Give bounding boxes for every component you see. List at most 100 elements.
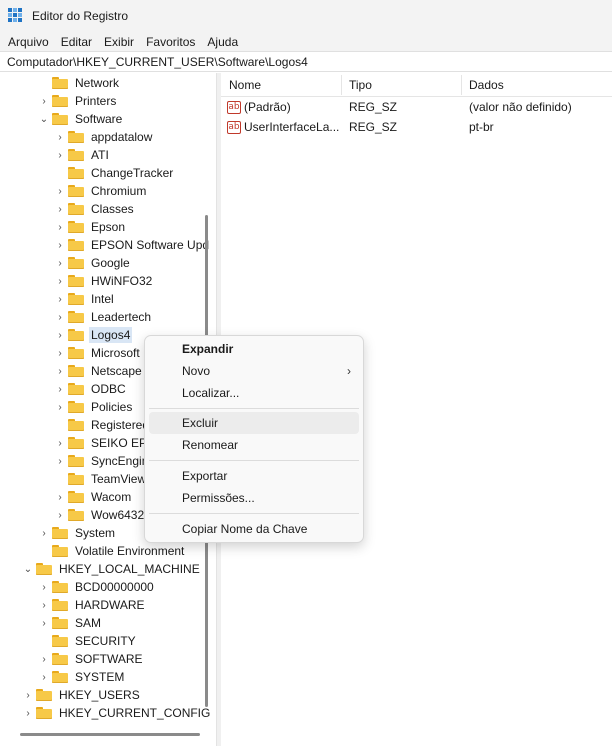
chevron-right-icon[interactable]: › [52, 128, 68, 146]
chevron-right-icon[interactable]: › [36, 614, 52, 632]
tree-item-changetracker[interactable]: ChangeTracker [52, 164, 175, 182]
address-path: Computador\HKEY_CURRENT_USER\Software\Lo… [7, 54, 308, 69]
chevron-down-icon[interactable]: ⌄ [36, 110, 52, 128]
tree-item-seiko-eps[interactable]: › SEIKO EPS [52, 434, 157, 452]
chevron-right-icon[interactable]: › [52, 380, 68, 398]
column-header-nome[interactable]: Nome [221, 73, 341, 97]
menu-ajuda[interactable]: Ajuda [201, 35, 244, 49]
tree-item-software[interactable]: ⌄ Software [36, 110, 124, 128]
chevron-right-icon[interactable]: › [36, 524, 52, 542]
chevron-right-icon[interactable]: › [52, 218, 68, 236]
tree-horizontal-scrollbar[interactable] [20, 733, 200, 736]
tree-item-printers[interactable]: › Printers [36, 92, 118, 110]
tree-item-hkey-current-config[interactable]: › HKEY_CURRENT_CONFIG [20, 704, 212, 722]
tree-item-label: Microsoft [91, 346, 140, 360]
tree-item-label: SOFTWARE [75, 652, 143, 666]
chevron-icon[interactable] [36, 74, 52, 92]
chevron-right-icon[interactable]: › [52, 344, 68, 362]
chevron-right-icon[interactable]: › [52, 272, 68, 290]
menu-exibir[interactable]: Exibir [98, 35, 140, 49]
context-item-excluir[interactable]: Excluir [149, 412, 359, 434]
tree-item-odbc[interactable]: › ODBC [52, 380, 128, 398]
menu-editar[interactable]: Editar [55, 35, 98, 49]
context-item-expandir[interactable]: Expandir [149, 338, 359, 360]
context-item-localizar[interactable]: Localizar... [149, 382, 359, 404]
tree-item-network[interactable]: Network [36, 74, 121, 92]
chevron-right-icon[interactable]: › [52, 434, 68, 452]
chevron-right-icon[interactable]: › [36, 596, 52, 614]
string-value-icon: ab [227, 120, 241, 134]
chevron-right-icon[interactable]: › [52, 200, 68, 218]
chevron-right-icon[interactable]: › [52, 452, 68, 470]
chevron-right-icon[interactable]: › [52, 362, 68, 380]
tree-item-epson-software[interactable]: › EPSON Software Upd [52, 236, 211, 254]
tree-item-hkey-local-machine[interactable]: ⌄ HKEY_LOCAL_MACHINE [20, 560, 202, 578]
context-item-novo[interactable]: Novo › [149, 360, 359, 382]
tree-item-teamviewer[interactable]: TeamView [52, 470, 148, 488]
tree-item-ati[interactable]: › ATI [52, 146, 111, 164]
tree-item-intel[interactable]: › Intel [52, 290, 116, 308]
tree-item-appdatalow[interactable]: › appdatalow [52, 128, 154, 146]
tree-item-software-hklm[interactable]: › SOFTWARE [36, 650, 145, 668]
chevron-right-icon[interactable]: › [52, 308, 68, 326]
context-item-exportar[interactable]: Exportar [149, 465, 359, 487]
tree-item-bcd[interactable]: › BCD00000000 [36, 578, 156, 596]
tree-item-label: Google [91, 256, 130, 270]
tree-item-wacom[interactable]: › Wacom [52, 488, 133, 506]
context-item-copiar-nome[interactable]: Copiar Nome da Chave [149, 518, 359, 540]
tree-item-logos4[interactable]: › Logos4 [52, 326, 133, 344]
tree-item-epson[interactable]: › Epson [52, 218, 127, 236]
tree-item-label-selected: Logos4 [89, 327, 133, 343]
menu-favoritos[interactable]: Favoritos [140, 35, 201, 49]
tree-item-policies[interactable]: › Policies [52, 398, 134, 416]
chevron-right-icon[interactable]: › [20, 686, 36, 704]
tree-item-system-hklm[interactable]: › SYSTEM [36, 668, 126, 686]
tree-item-label: Printers [75, 94, 117, 108]
value-row[interactable]: ab UserInterfaceLa... REG_SZ pt-br [221, 117, 612, 137]
chevron-right-icon[interactable]: › [52, 236, 68, 254]
address-bar[interactable]: Computador\HKEY_CURRENT_USER\Software\Lo… [0, 51, 612, 72]
tree-item-registered[interactable]: Registered [52, 416, 151, 434]
tree-item-hkey-users[interactable]: › HKEY_USERS [20, 686, 142, 704]
context-item-permissoes[interactable]: Permissões... [149, 487, 359, 509]
chevron-right-icon[interactable]: › [36, 578, 52, 596]
menu-arquivo[interactable]: Arquivo [2, 35, 55, 49]
tree-item-label: TeamView [91, 472, 147, 486]
context-item-renomear[interactable]: Renomear [149, 434, 359, 456]
tree-item-label: ODBC [91, 382, 126, 396]
tree-item-microsoft[interactable]: › Microsoft [52, 344, 142, 362]
chevron-right-icon[interactable]: › [52, 488, 68, 506]
tree-item-leadertech[interactable]: › Leadertech [52, 308, 153, 326]
tree-item-system[interactable]: › System [36, 524, 117, 542]
chevron-right-icon[interactable]: › [52, 506, 68, 524]
folder-icon [68, 383, 84, 395]
tree-item-hwinfo32[interactable]: › HWiNFO32 [52, 272, 154, 290]
chevron-right-icon[interactable]: › [20, 704, 36, 722]
value-row[interactable]: ab (Padrão) REG_SZ (valor não definido) [221, 97, 612, 117]
tree-item-google[interactable]: › Google [52, 254, 132, 272]
chevron-right-icon[interactable]: › [36, 92, 52, 110]
chevron-right-icon[interactable]: › [52, 290, 68, 308]
tree-item-label: Leadertech [91, 310, 152, 324]
column-header-dados[interactable]: Dados [461, 73, 612, 97]
tree-item-chromium[interactable]: › Chromium [52, 182, 148, 200]
column-header-tipo[interactable]: Tipo [341, 73, 461, 97]
tree-item-syncengine[interactable]: › SyncEngin [52, 452, 150, 470]
tree-item-netscape[interactable]: › Netscape [52, 362, 144, 380]
tree-item-security[interactable]: SECURITY [36, 632, 138, 650]
tree-item-sam[interactable]: › SAM [36, 614, 103, 632]
list-header: Nome Tipo Dados [221, 73, 612, 97]
tree-item-wow6432[interactable]: › Wow6432 [52, 506, 146, 524]
chevron-right-icon[interactable]: › [52, 146, 68, 164]
tree-item-classes[interactable]: › Classes [52, 200, 136, 218]
chevron-right-icon[interactable]: › [52, 182, 68, 200]
tree-item-volatile-environment[interactable]: Volatile Environment [36, 542, 186, 560]
tree-item-hardware[interactable]: › HARDWARE [36, 596, 147, 614]
chevron-down-icon[interactable]: ⌄ [20, 560, 36, 578]
chevron-right-icon[interactable]: › [52, 326, 68, 344]
chevron-right-icon[interactable]: › [36, 650, 52, 668]
chevron-right-icon[interactable]: › [52, 398, 68, 416]
folder-icon [68, 221, 84, 233]
chevron-right-icon[interactable]: › [52, 254, 68, 272]
chevron-right-icon[interactable]: › [36, 668, 52, 686]
